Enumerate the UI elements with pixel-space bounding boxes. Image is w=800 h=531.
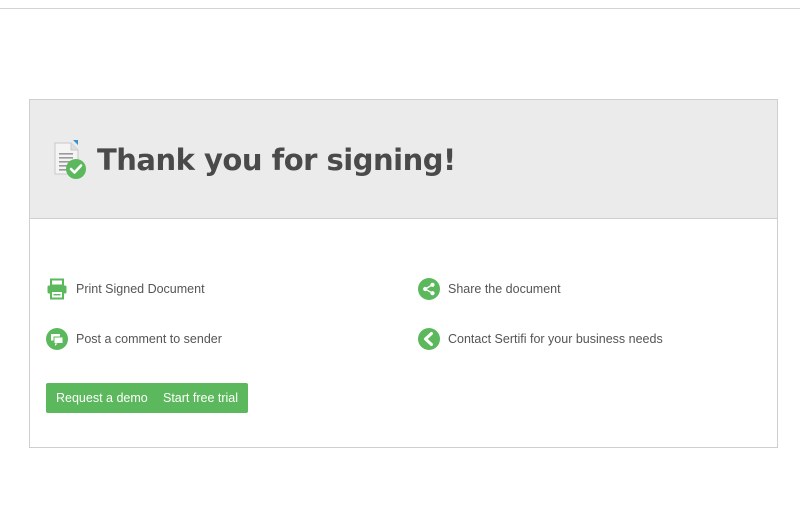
comment-label: Post a comment to sender [76,332,222,346]
contact-sertifi-link[interactable]: Contact Sertifi for your business needs [418,326,663,352]
confirmation-panel: Thank you for signing! Print Signed Docu… [29,99,778,448]
contact-label: Contact Sertifi for your business needs [448,332,663,346]
comment-icon [46,328,68,350]
page-title: Thank you for signing! [97,143,456,177]
top-divider [0,8,800,9]
printer-icon [47,278,67,300]
share-document-link[interactable]: Share the document [418,276,561,302]
print-label: Print Signed Document [76,282,205,296]
share-icon [418,278,440,300]
start-free-trial-button[interactable]: Start free trial [153,383,249,413]
signed-document-icon [54,140,86,179]
print-signed-document-link[interactable]: Print Signed Document [46,276,205,302]
request-demo-button[interactable]: Request a demo [46,383,158,413]
panel-header: Thank you for signing! [30,100,777,219]
share-label: Share the document [448,282,561,296]
chevron-left-icon [418,328,440,350]
post-comment-link[interactable]: Post a comment to sender [46,326,222,352]
